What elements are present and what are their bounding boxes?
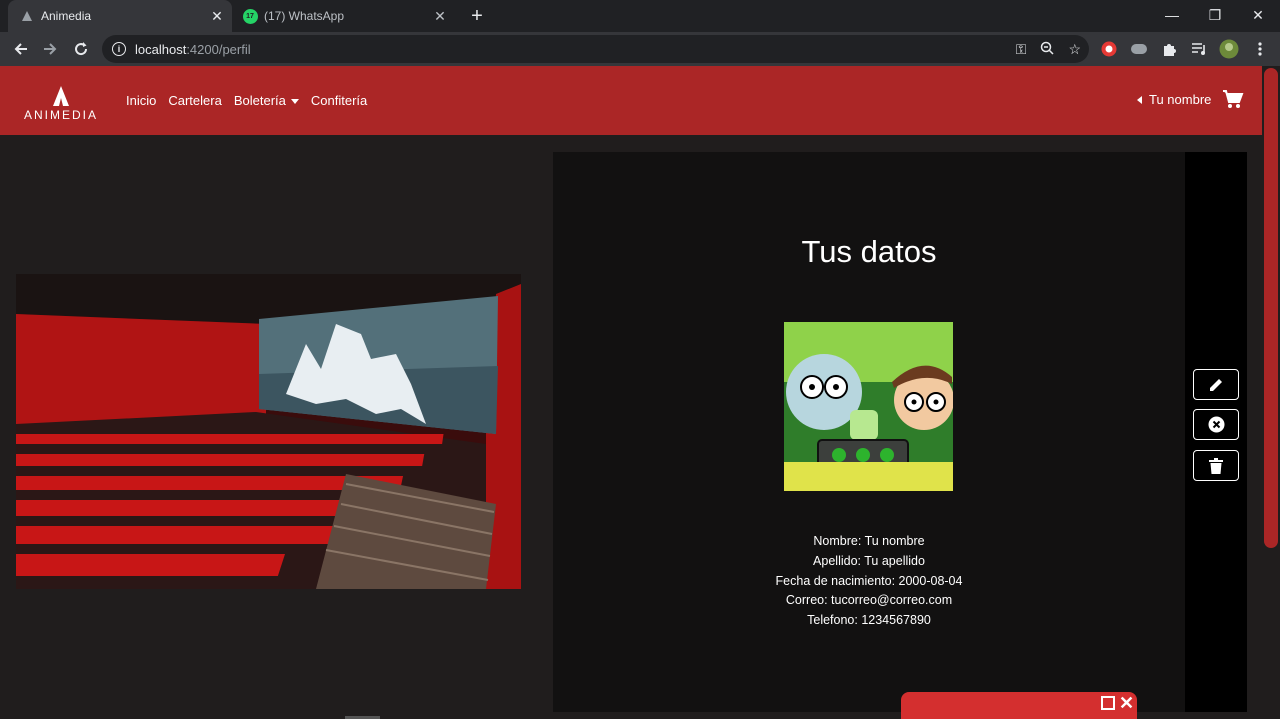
cart-icon[interactable]	[1222, 88, 1244, 110]
new-tab-icon[interactable]: +	[466, 4, 488, 28]
browser-toolbar: i localhost:4200/perfil ⚿ ☆	[0, 32, 1280, 66]
nav-boleteria[interactable]: Boletería	[234, 93, 299, 108]
nav-boleteria-label: Boletería	[233, 93, 286, 108]
zoom-icon[interactable]	[1040, 41, 1054, 58]
nav-cartelera[interactable]: Cartelera	[168, 93, 221, 108]
animedia-logo[interactable]: ANIMEDIA	[20, 84, 102, 122]
caret-left-icon	[1137, 95, 1142, 104]
tab-animedia[interactable]: Animedia ✕	[8, 0, 232, 32]
key-icon[interactable]: ⚿	[1016, 41, 1027, 58]
logo-a-icon	[53, 86, 69, 106]
brand-name: ANIMEDIA	[23, 108, 98, 122]
profile-field-apellido: Apellido: Tu apellido	[813, 553, 925, 568]
nav-links: Inicio Cartelera Boletería Confitería	[126, 66, 367, 135]
maximize-icon[interactable]	[1101, 696, 1115, 710]
profile-field-nombre: Nombre: Tu nombre	[813, 534, 925, 548]
url-host: localhost	[135, 41, 187, 57]
user-name: Tu nombre	[1149, 92, 1212, 107]
delete-button[interactable]	[1193, 450, 1239, 481]
chrome-menu-icon[interactable]	[1250, 39, 1270, 59]
profile-details: Nombre: Tu nombre Apellido: Tu apellido …	[553, 532, 1185, 631]
profile-field-fecha: Fecha de nacimiento: 2000-08-04	[775, 573, 963, 588]
chat-widget-bar[interactable]: ✕	[901, 692, 1137, 719]
chat-close-icon[interactable]: ✕	[1119, 693, 1134, 714]
profile-field-telefono: Telefono: 1234567890	[807, 613, 931, 628]
extension-toggle-icon[interactable]	[1129, 39, 1149, 59]
tab-title: Animedia	[41, 9, 92, 23]
nav-inicio[interactable]: Inicio	[126, 93, 156, 108]
animedia-favicon-icon	[19, 8, 35, 24]
back-icon[interactable]	[8, 36, 34, 62]
bookmark-star-icon[interactable]: ☆	[1068, 41, 1081, 58]
tab-close-icon[interactable]: ✕	[429, 5, 451, 27]
url-path: :4200/perfil	[186, 41, 251, 57]
forward-icon[interactable]	[37, 36, 63, 62]
profile-card: Tus datos Nombre: Tu nombre Apellido: Tu	[553, 152, 1185, 712]
minimize-icon[interactable]: —	[1150, 0, 1194, 30]
dropdown-caret-icon	[290, 99, 299, 105]
nav-confiteria[interactable]: Confitería	[311, 93, 367, 108]
profile-avatar-icon[interactable]	[1219, 39, 1239, 59]
site-navbar: ANIMEDIA Inicio Cartelera Boletería Conf…	[0, 66, 1262, 135]
address-bar[interactable]: i localhost:4200/perfil ⚿ ☆	[102, 35, 1089, 63]
edit-icon	[1210, 378, 1222, 391]
profile-title: Tus datos	[801, 234, 937, 269]
reload-icon[interactable]	[68, 36, 94, 62]
media-queue-icon[interactable]	[1189, 39, 1209, 59]
whatsapp-badge: 17	[242, 8, 258, 24]
window-close-icon[interactable]: ✕	[1236, 0, 1280, 30]
edit-button[interactable]	[1193, 369, 1239, 400]
page-scrollbar-thumb[interactable]	[1264, 68, 1278, 548]
extensions-puzzle-icon[interactable]	[1159, 39, 1179, 59]
user-menu[interactable]: Tu nombre	[1137, 92, 1211, 107]
tab-whatsapp[interactable]: 17 (17) WhatsApp ✕	[233, 0, 455, 32]
cinema-hall-image	[16, 274, 521, 589]
trash-icon	[1209, 457, 1223, 474]
whatsapp-favicon-icon: 17	[242, 8, 258, 24]
profile-avatar-image	[784, 322, 953, 491]
cancel-icon	[1208, 416, 1224, 433]
info-icon[interactable]: i	[112, 42, 126, 56]
profile-actions-bar	[1185, 152, 1247, 712]
browser-tab-strip: Animedia ✕ 17 (17) WhatsApp ✕ + — ❐ ✕	[0, 0, 1280, 32]
restore-icon[interactable]: ❐	[1193, 0, 1237, 30]
extension-red-icon[interactable]	[1099, 39, 1119, 59]
profile-field-correo: Correo: tucorreo@correo.com	[785, 593, 953, 608]
tab-title: (17) WhatsApp	[264, 9, 345, 23]
tab-close-icon[interactable]: ✕	[206, 5, 228, 27]
cancel-button[interactable]	[1193, 409, 1239, 440]
